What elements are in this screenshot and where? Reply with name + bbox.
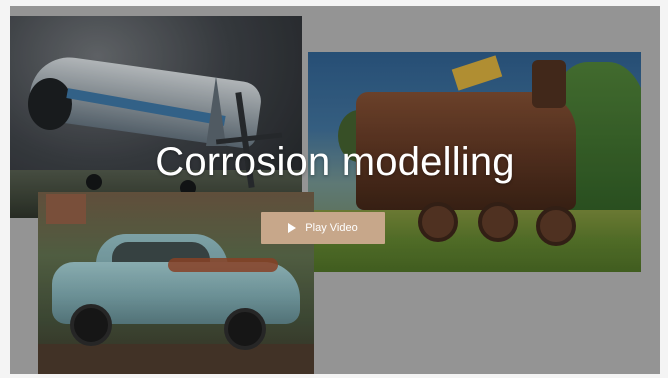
locomotive-roof — [451, 55, 503, 91]
locomotive-wheel — [478, 202, 518, 242]
dirt-ground — [38, 344, 314, 374]
hero-title: Corrosion modelling — [155, 140, 515, 184]
video-hero: Corrosion modelling Play Video — [10, 6, 660, 374]
car-tire — [224, 308, 266, 350]
car-rust-patch — [168, 258, 278, 272]
airplane-image — [10, 16, 302, 218]
play-video-button[interactable]: Play Video — [261, 212, 385, 244]
locomotive-wheel — [418, 202, 458, 242]
locomotive-chimney — [532, 60, 566, 108]
airplane-tail — [206, 76, 226, 146]
shed — [46, 194, 86, 224]
car-tire — [70, 304, 112, 346]
airplane-nose — [28, 78, 72, 130]
play-icon — [288, 223, 297, 233]
locomotive-wheel — [536, 206, 576, 246]
play-video-label: Play Video — [305, 222, 358, 234]
